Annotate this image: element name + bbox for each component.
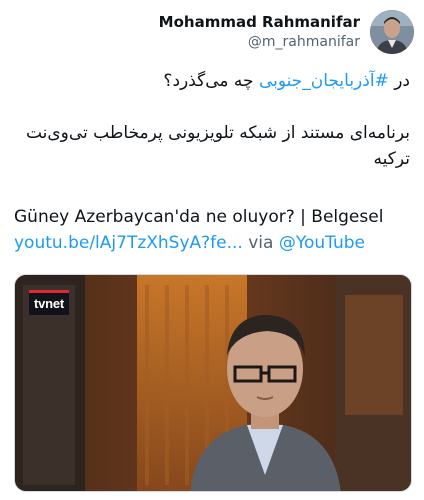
youtube-link[interactable]: youtu.be/lAj7TzXhSyA?fe...: [14, 233, 243, 253]
youtube-mention[interactable]: @YouTube: [279, 233, 365, 253]
tvnet-logo: tvnet: [29, 290, 69, 315]
display-name[interactable]: Mohammad Rahmanifar: [159, 12, 360, 32]
video-title-text: Güney Azerbaycan'da ne oluyor? | Belgese…: [14, 207, 384, 227]
author-names: Mohammad Rahmanifar @m_rahmanifar: [159, 12, 360, 52]
via-text: via: [242, 233, 279, 253]
author-handle[interactable]: @m_rahmanifar: [159, 32, 360, 52]
text-prefix: در: [388, 71, 410, 91]
avatar-photo: [370, 10, 414, 54]
link-line: youtu.be/lAj7TzXhSyA?fe... via @YouTube: [14, 230, 410, 256]
author-avatar[interactable]: [370, 10, 414, 54]
text-suffix: چه می‌گذرد؟: [163, 71, 259, 91]
tweet-card[interactable]: Mohammad Rahmanifar @m_rahmanifar در #آذ…: [0, 0, 424, 500]
media-thumbnail[interactable]: tvnet: [14, 274, 412, 492]
media-image: [15, 275, 411, 491]
tweet-text-line2: برنامه‌ای مستند از شبکه تلویزیونی پرمخاط…: [25, 123, 410, 169]
tweet-header: Mohammad Rahmanifar @m_rahmanifar: [10, 10, 414, 58]
hashtag-link[interactable]: #آذربایجان_جنوبی: [259, 71, 389, 91]
tweet-text-line1: در #آذربایجان_جنوبی چه می‌گذرد؟: [14, 68, 410, 94]
